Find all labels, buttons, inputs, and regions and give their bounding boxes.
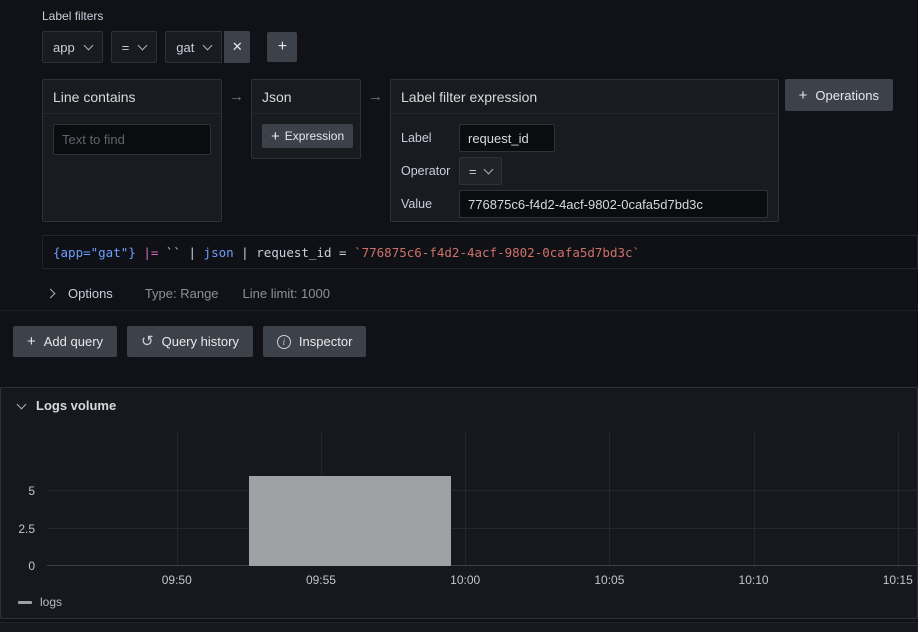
filter-label-select[interactable]: app — [42, 31, 103, 63]
operator-select-value: = — [469, 164, 477, 179]
y-axis-labels: 02.55 — [1, 431, 41, 566]
line-contains-input[interactable] — [53, 124, 211, 155]
query-segment: `776875c6-f4d2-4acf-9802-0cafa5d7bd3c` — [354, 245, 640, 260]
plot-area — [47, 431, 917, 566]
chevron-down-icon — [203, 41, 213, 51]
options-toggle[interactable]: Options Type: Range Line limit: 1000 — [42, 276, 918, 310]
x-tick-label: 09:50 — [162, 573, 192, 587]
add-expression-label: Expression — [285, 129, 344, 143]
plus-icon: + — [278, 38, 287, 55]
options-type: Type: Range — [145, 286, 219, 301]
chevron-right-icon — [46, 288, 56, 298]
label-input[interactable] — [459, 124, 555, 152]
options-title: Options — [68, 286, 113, 301]
x-tick-label: 10:05 — [594, 573, 624, 587]
logs-volume-chart: 02.55 09:5009:5510:0010:0510:1010:15 — [1, 431, 917, 588]
filter-operator-value: = — [122, 40, 130, 55]
x-axis-labels: 09:50 09:55 10:00 10:05 10:10 10:15 — [47, 566, 917, 588]
chevron-down-icon — [17, 399, 27, 409]
filter-value-text: gat — [176, 40, 194, 55]
value-input[interactable] — [459, 190, 768, 218]
x-tick-label: 09:55 — [306, 573, 336, 587]
y-tick-label: 5 — [28, 484, 35, 498]
label-field-label: Label — [401, 131, 459, 145]
v-gridline — [898, 431, 899, 566]
value-field-label: Value — [401, 197, 459, 211]
card-title-label-filter-expression: Label filter expression — [391, 80, 778, 114]
query-toolbar: + Add query ↺ Query history i Inspector — [0, 311, 918, 372]
options-line-limit: Line limit: 1000 — [243, 286, 330, 301]
v-gridline — [754, 431, 755, 566]
logs-volume-panel: Logs volume 02.55 09:5009:5510:0010:0510… — [0, 387, 918, 619]
history-icon: ↺ — [141, 334, 154, 349]
operations-row: Line contains → Json + Expression → Labe… — [42, 79, 918, 222]
operator-field-label: Operator — [401, 164, 459, 178]
card-body: + Expression — [252, 114, 360, 158]
query-segment: | — [234, 245, 257, 260]
v-gridline — [177, 431, 178, 566]
query-segment: |= — [136, 245, 166, 260]
query-history-label: Query history — [162, 334, 239, 349]
card-body: Label Operator = Value — [391, 114, 778, 228]
query-history-button[interactable]: ↺ Query history — [127, 326, 253, 357]
operations-button-label: Operations — [815, 88, 879, 103]
close-icon: ✕ — [232, 39, 243, 55]
operation-card-label-filter-expression: Label filter expression Label Operator =… — [390, 79, 779, 222]
query-preview: {app="gat"} |= `` | json | request_id = … — [42, 235, 918, 269]
filter-operator-select[interactable]: = — [111, 31, 158, 63]
add-filter-button[interactable]: + — [267, 32, 297, 62]
label-field-row: Label — [401, 124, 768, 152]
query-editor: Label filters app = gat ✕ + Line contain… — [0, 0, 918, 310]
filter-label-value: app — [53, 40, 75, 55]
operator-select[interactable]: = — [459, 157, 502, 185]
y-tick-label: 0 — [28, 559, 35, 573]
v-gridline — [465, 431, 466, 566]
chevron-down-icon — [83, 41, 93, 51]
plus-icon: + — [271, 129, 280, 144]
query-segment: | — [181, 245, 204, 260]
arrow-right-icon: → — [368, 88, 383, 105]
chevron-down-icon — [138, 41, 148, 51]
x-tick-label: 10:15 — [883, 573, 913, 587]
x-tick-label: 10:10 — [739, 573, 769, 587]
x-tick-label: 10:00 — [450, 573, 480, 587]
plus-icon: + — [799, 88, 808, 103]
remove-filter-button[interactable]: ✕ — [224, 31, 250, 63]
arrow-right-icon: → — [229, 88, 244, 105]
card-title-line-contains: Line contains — [43, 80, 221, 114]
chart-legend[interactable]: logs — [1, 588, 917, 618]
operation-card-line-contains: Line contains — [42, 79, 222, 222]
logs-volume-title: Logs volume — [36, 398, 116, 413]
legend-series-label: logs — [40, 595, 62, 609]
filter-value-select[interactable]: gat — [165, 31, 222, 63]
value-field-row: Value — [401, 190, 768, 218]
logs-volume-header[interactable]: Logs volume — [1, 388, 917, 423]
label-filters-title: Label filters — [42, 9, 918, 23]
add-expression-button[interactable]: + Expression — [262, 124, 353, 148]
add-query-label: Add query — [44, 334, 103, 349]
v-gridline — [609, 431, 610, 566]
chevron-down-icon — [483, 165, 493, 175]
volume-bar[interactable] — [249, 476, 451, 566]
card-body — [43, 114, 221, 165]
inspector-button[interactable]: i Inspector — [263, 326, 366, 357]
query-segment: `` — [166, 245, 181, 260]
next-panel-strip — [0, 622, 918, 632]
query-segment: {app="gat"} — [53, 245, 136, 260]
query-segment: json — [204, 245, 234, 260]
operations-button[interactable]: + Operations — [785, 79, 893, 111]
plus-icon: + — [27, 334, 36, 349]
card-title-json: Json — [252, 80, 360, 114]
y-tick-label: 2.5 — [18, 522, 35, 536]
legend-series-line-icon — [18, 601, 32, 604]
info-icon: i — [277, 335, 291, 349]
operator-field-row: Operator = — [401, 157, 768, 185]
add-query-button[interactable]: + Add query — [13, 326, 117, 357]
query-segment: request_id = — [256, 245, 354, 260]
label-filter-row: app = gat ✕ + — [42, 31, 918, 63]
inspector-label: Inspector — [299, 334, 352, 349]
operation-card-json: Json + Expression — [251, 79, 361, 159]
